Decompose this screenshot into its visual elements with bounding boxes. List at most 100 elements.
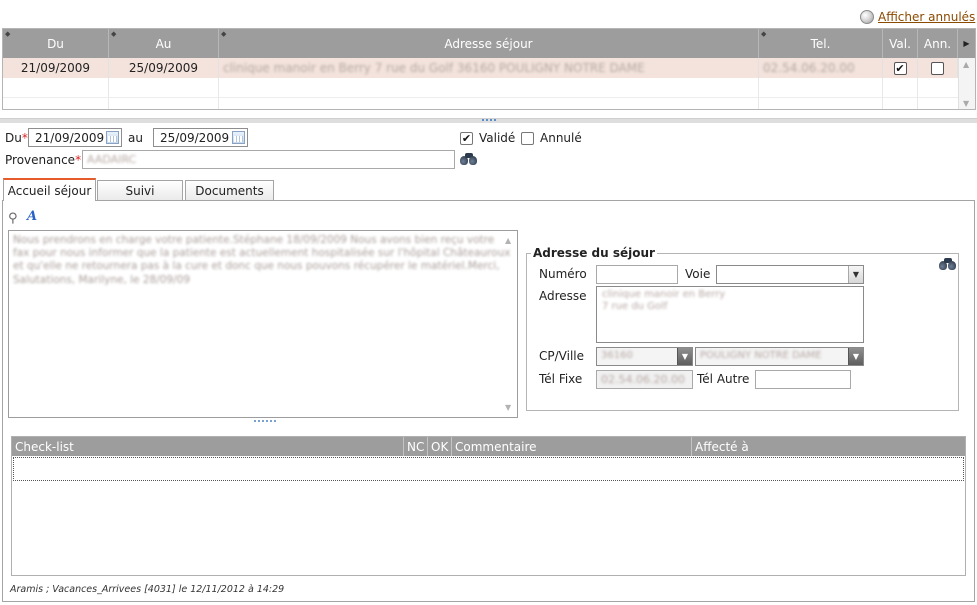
column-header-du[interactable]: ◆ Du bbox=[3, 29, 109, 58]
binoculars-icon[interactable] bbox=[460, 153, 478, 167]
provenance-label-text: Provenance bbox=[5, 153, 76, 167]
cell-tel-text: 02.54.06.20.00 bbox=[763, 61, 855, 75]
cell-au: 25/09/2009 bbox=[109, 58, 219, 78]
show-cancelled-link[interactable]: Afficher annulés bbox=[860, 9, 975, 25]
memo-resize-grip[interactable] bbox=[254, 420, 276, 423]
tel-fixe-value: 02.54.06.20.00 bbox=[601, 373, 685, 386]
provenance-label: Provenance* bbox=[5, 153, 81, 167]
provenance-value: AADAIRC bbox=[87, 153, 137, 166]
cell-du: 21/09/2009 bbox=[3, 58, 109, 78]
cp-select[interactable]: 36160 ▼ bbox=[596, 347, 693, 366]
font-style-icon[interactable]: A bbox=[27, 209, 37, 224]
audit-footer: Aramis ; Vacances_Arrivees [4031] le 12/… bbox=[10, 584, 285, 595]
tab-documents[interactable]: Documents bbox=[185, 180, 274, 201]
au-date-field[interactable]: 25/09/2009 bbox=[153, 128, 248, 147]
column-header-tel[interactable]: ◆ Tel. bbox=[759, 29, 883, 58]
column-header-label: Val. bbox=[889, 36, 911, 51]
valide-checkbox-group[interactable]: ✔ Validé bbox=[460, 131, 515, 145]
show-cancelled-label: Afficher annulés bbox=[878, 10, 976, 24]
du-date-field[interactable]: 21/09/2009 bbox=[28, 128, 122, 147]
column-header-ann[interactable]: Ann. bbox=[918, 29, 958, 58]
chevron-down-icon[interactable]: ▼ bbox=[677, 348, 692, 365]
numero-label: Numéro bbox=[539, 267, 587, 281]
column-header-label: Du bbox=[47, 36, 64, 51]
column-header-ok[interactable]: OK bbox=[428, 437, 452, 456]
adresse-line2: 7 rue du Golf bbox=[602, 301, 668, 312]
cell-ann bbox=[918, 58, 958, 78]
annule-checkbox[interactable] bbox=[521, 131, 534, 145]
required-mark: * bbox=[21, 131, 28, 145]
column-header-label: Tel. bbox=[810, 36, 831, 51]
valide-checkbox[interactable]: ✔ bbox=[460, 131, 473, 145]
annule-checkbox-group[interactable]: Annulé bbox=[521, 131, 582, 145]
scroll-down-icon[interactable]: ▼ bbox=[505, 401, 511, 414]
val-checkbox[interactable]: ✔ bbox=[893, 61, 907, 75]
tab-suivi[interactable]: Suivi bbox=[97, 180, 183, 201]
adresse-textarea[interactable]: clinique manoir en Berry 7 rue du Golf bbox=[596, 286, 864, 343]
memo-text: Nous prendrons en charge votre patiente.… bbox=[13, 234, 511, 286]
chevron-down-icon[interactable]: ▼ bbox=[848, 266, 863, 283]
checklist-row[interactable] bbox=[13, 457, 964, 481]
cp-value: 36160 bbox=[601, 350, 633, 361]
au-date-value: 25/09/2009 bbox=[160, 130, 230, 145]
table-row-empty bbox=[3, 78, 959, 98]
cell-val: ✔ bbox=[883, 58, 918, 78]
memo-scrollbar[interactable]: ▲ ▼ bbox=[502, 232, 516, 416]
scroll-up-icon[interactable]: ▲ bbox=[963, 60, 969, 69]
column-header-nc[interactable]: NC bbox=[404, 437, 428, 456]
numero-input[interactable] bbox=[596, 265, 678, 284]
cell-adresse: clinique manoir en Berry 7 rue du Golf 3… bbox=[219, 58, 759, 78]
sort-icon: ◆ bbox=[761, 30, 767, 38]
ann-checkbox[interactable] bbox=[931, 61, 944, 75]
column-header-commentaire[interactable]: Commentaire bbox=[452, 437, 692, 456]
column-divider bbox=[108, 78, 109, 109]
column-header-val[interactable]: Val. bbox=[883, 29, 918, 58]
cpville-label: CP/Ville bbox=[539, 349, 584, 363]
stays-grid: ◆ Du ◆ Au ◆ Adresse séjour ◆ Tel. Val. Ann. … bbox=[2, 28, 976, 110]
tel-autre-label: Tél Autre bbox=[697, 372, 750, 386]
annule-label: Annulé bbox=[540, 131, 582, 145]
stays-grid-header: ◆ Du ◆ Au ◆ Adresse séjour ◆ Tel. Val. Ann. … bbox=[3, 29, 975, 58]
tel-fixe-label: Tél Fixe bbox=[539, 372, 583, 386]
ville-value: POULIGNY NOTRE DAME bbox=[700, 350, 822, 361]
column-header-checklist[interactable]: Check-list bbox=[12, 437, 404, 456]
adresse-line1: clinique manoir en Berry bbox=[602, 289, 726, 300]
du-label-text: Du bbox=[5, 131, 22, 145]
tel-autre-input[interactable] bbox=[755, 370, 851, 389]
cell-tel: 02.54.06.20.00 bbox=[759, 58, 883, 78]
checklist-grid: Check-list NC OK Commentaire Affecté à bbox=[11, 436, 966, 576]
provenance-field[interactable]: AADAIRC bbox=[82, 150, 455, 169]
au-label: au bbox=[128, 131, 143, 145]
valide-label: Validé bbox=[479, 131, 516, 145]
du-date-value: 21/09/2009 bbox=[35, 130, 105, 145]
cell-adresse-text: clinique manoir en Berry 7 rue du Golf 3… bbox=[223, 61, 645, 75]
voie-select[interactable]: ▼ bbox=[716, 265, 864, 284]
table-row[interactable]: 21/09/2009 25/09/2009 clinique manoir en… bbox=[3, 58, 959, 78]
column-divider bbox=[218, 78, 219, 109]
required-mark: * bbox=[75, 153, 82, 167]
du-label: Du* bbox=[5, 131, 28, 145]
splitter-grip[interactable] bbox=[482, 119, 496, 122]
panel-splitter[interactable] bbox=[0, 118, 977, 123]
ville-select[interactable]: POULIGNY NOTRE DAME ▼ bbox=[695, 347, 864, 366]
search-icon[interactable]: ⚲ bbox=[8, 211, 18, 226]
tab-accueil-sejour[interactable]: Accueil séjour bbox=[3, 178, 96, 201]
calendar-icon[interactable] bbox=[232, 131, 245, 144]
column-divider bbox=[758, 78, 759, 109]
scroll-down-icon[interactable]: ▼ bbox=[963, 99, 969, 108]
grid-scrollbar[interactable]: ▲ ▼ bbox=[958, 58, 975, 109]
column-menu-button[interactable]: ▶ bbox=[958, 29, 975, 58]
column-header-au[interactable]: ◆ Au bbox=[109, 29, 219, 58]
sort-icon: ◆ bbox=[221, 30, 227, 38]
tel-fixe-input[interactable]: 02.54.06.20.00 bbox=[596, 370, 693, 389]
calendar-icon[interactable] bbox=[106, 131, 119, 144]
globe-icon bbox=[860, 10, 874, 24]
memo-textarea[interactable]: Nous prendrons en charge votre patiente.… bbox=[8, 230, 518, 418]
chevron-down-icon[interactable]: ▼ bbox=[848, 348, 863, 365]
binoculars-icon[interactable] bbox=[939, 258, 957, 272]
chevron-right-icon: ▶ bbox=[963, 39, 970, 48]
column-header-affecte[interactable]: Affecté à bbox=[692, 437, 965, 456]
column-header-adresse[interactable]: ◆ Adresse séjour bbox=[219, 29, 759, 58]
adresse-label: Adresse bbox=[539, 289, 587, 303]
scroll-up-icon[interactable]: ▲ bbox=[505, 234, 511, 247]
